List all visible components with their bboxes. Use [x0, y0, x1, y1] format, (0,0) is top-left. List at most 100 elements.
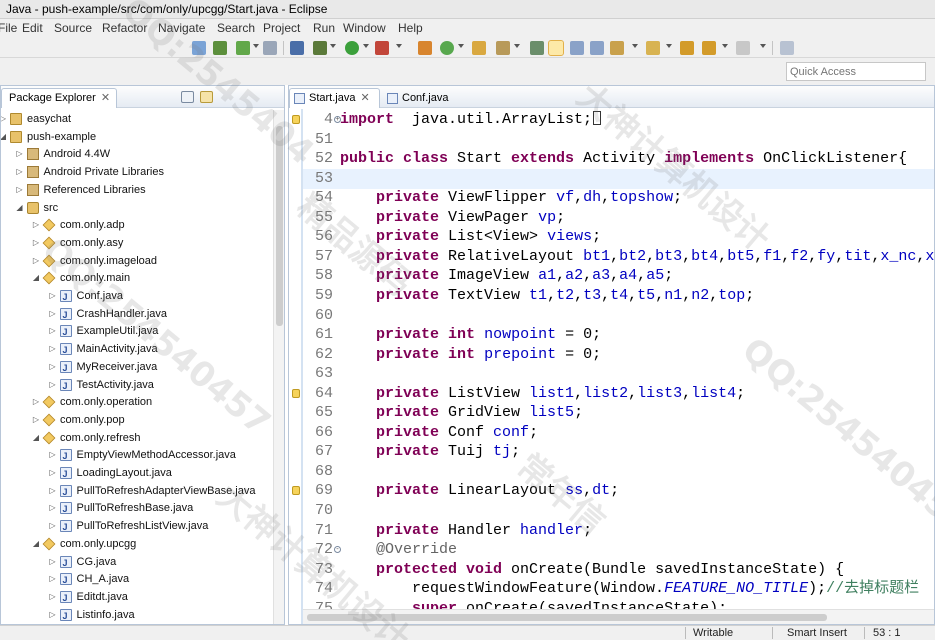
- code-line[interactable]: 69 private LinearLayout ss,dt;: [303, 481, 934, 501]
- expand-arrow-icon[interactable]: ▷: [48, 588, 58, 606]
- tree-item[interactable]: ▷ Editdt.java: [1, 588, 273, 607]
- code-line[interactable]: 55 private ViewPager vp;: [303, 208, 934, 228]
- code-line[interactable]: 70: [303, 501, 934, 521]
- expand-arrow-icon[interactable]: ▷: [48, 322, 58, 340]
- new-package-icon[interactable]: [418, 41, 432, 55]
- expand-arrow-icon[interactable]: ▷: [48, 358, 58, 376]
- collapse-arrow-icon[interactable]: ◢: [1, 128, 8, 146]
- code-line[interactable]: 53: [303, 168, 934, 189]
- tree-item[interactable]: ▷ LoadingLayout.java: [1, 464, 273, 483]
- expand-arrow-icon[interactable]: ▷: [48, 340, 58, 358]
- menu-search[interactable]: Search: [217, 19, 255, 38]
- tree-item[interactable]: ▷ com.only.adp: [1, 216, 273, 234]
- menu-run[interactable]: Run: [313, 19, 335, 38]
- chevron-down-icon[interactable]: [458, 44, 464, 48]
- tree-item[interactable]: ▷ TestActivity.java: [1, 376, 273, 395]
- tree-item[interactable]: ◢ push-example: [1, 128, 273, 146]
- tree-item[interactable]: ◢ com.only.main: [1, 269, 273, 287]
- checkbox-icon[interactable]: [236, 41, 250, 55]
- collapse-arrow-icon[interactable]: ◢: [31, 269, 41, 287]
- warning-marker-icon[interactable]: [292, 388, 300, 398]
- tree-item[interactable]: ▷ Referenced Libraries: [1, 181, 273, 199]
- expand-arrow-icon[interactable]: ▷: [15, 145, 25, 163]
- chevron-down-icon[interactable]: [722, 44, 728, 48]
- next-annotation-icon[interactable]: [530, 41, 544, 55]
- android-sdk-icon[interactable]: [213, 41, 227, 55]
- avd-icon[interactable]: [263, 41, 277, 55]
- chevron-down-icon[interactable]: [330, 44, 336, 48]
- menu-help[interactable]: Help: [398, 19, 423, 38]
- tree-item[interactable]: ◢ com.only.upcgg: [1, 535, 273, 553]
- code-line[interactable]: 59 private TextView t1,t2,t3,t4,t5,n1,n2…: [303, 286, 934, 306]
- warning-marker-icon[interactable]: [292, 486, 300, 496]
- menu-refactor[interactable]: Refactor: [102, 19, 147, 38]
- collapse-all-icon[interactable]: [181, 91, 194, 103]
- back-arrow-icon[interactable]: [680, 41, 694, 55]
- code-line[interactable]: 51: [303, 130, 934, 150]
- tree-item[interactable]: ▷ MyReceiver.java: [1, 358, 273, 377]
- forward-arrow-icon[interactable]: [736, 41, 750, 55]
- word-wrap-icon[interactable]: [570, 41, 584, 55]
- back-arrow-icon[interactable]: [702, 41, 716, 55]
- open-type-icon[interactable]: [472, 41, 486, 55]
- tree-item[interactable]: ▷ PullToRefreshListView.java: [1, 517, 273, 536]
- tree-item[interactable]: ▷ Android Private Libraries: [1, 163, 273, 181]
- expand-arrow-icon[interactable]: ▷: [15, 163, 25, 181]
- tree-item[interactable]: ▷ easychat: [1, 110, 273, 128]
- code-line[interactable]: 61 private int nowpoint = 0;: [303, 325, 934, 345]
- expand-arrow-icon[interactable]: ▷: [15, 181, 25, 199]
- chevron-down-icon[interactable]: [760, 44, 766, 48]
- expand-arrow-icon[interactable]: ▷: [48, 499, 58, 517]
- tree-item[interactable]: ▷ PullToRefreshBase.java: [1, 499, 273, 518]
- code-line[interactable]: 67 private Tuij tj;: [303, 442, 934, 462]
- menu-edit[interactable]: Edit: [22, 19, 43, 38]
- save-icon[interactable]: [192, 41, 206, 55]
- tree-item[interactable]: ▷ PullToRefreshAdapterViewBase.java: [1, 482, 273, 501]
- tree-item[interactable]: ◢ src: [1, 199, 273, 217]
- tab-conf-java[interactable]: Conf.java: [382, 88, 460, 108]
- collapse-arrow-icon[interactable]: ◢: [15, 199, 25, 217]
- run-icon[interactable]: [345, 41, 359, 55]
- code-line[interactable]: 64 private ListView list1,list2,list3,li…: [303, 384, 934, 404]
- tree-item[interactable]: ▷ CG.java: [1, 553, 273, 572]
- code-area[interactable]: 4 + import java.util.ArrayList; 51 52 public …: [303, 109, 934, 609]
- expand-arrow-icon[interactable]: ▷: [48, 517, 58, 535]
- expand-arrow-icon[interactable]: ▷: [31, 216, 41, 234]
- tree-scrollbar[interactable]: [273, 110, 284, 624]
- tree-item[interactable]: ▷ EmptyViewMethodAccessor.java: [1, 446, 273, 465]
- code-line[interactable]: 74 requestWindowFeature(Window.FEATURE_N…: [303, 579, 934, 599]
- tab-start-java[interactable]: Start.java ✕: [289, 88, 380, 108]
- close-icon[interactable]: ✕: [360, 92, 369, 104]
- next-annotation-icon[interactable]: [646, 41, 660, 55]
- code-line[interactable]: 71 private Handler handler;: [303, 521, 934, 541]
- menu-window[interactable]: Window: [343, 19, 386, 38]
- expand-arrow-icon[interactable]: ▷: [48, 606, 58, 624]
- code-line[interactable]: 72- @Override: [303, 540, 934, 560]
- tree-item[interactable]: ▷ Listinfo.java: [1, 606, 273, 624]
- expand-arrow-icon[interactable]: ▷: [48, 376, 58, 394]
- pin-editor-icon[interactable]: [780, 41, 794, 55]
- code-line[interactable]: 4 + import java.util.ArrayList;: [303, 110, 934, 130]
- last-edit-icon[interactable]: [610, 41, 624, 55]
- code-line[interactable]: 73 protected void onCreate(Bundle savedI…: [303, 560, 934, 580]
- tree-item[interactable]: ▷ com.only.operation: [1, 393, 273, 411]
- tree-item[interactable]: ▷ MainActivity.java: [1, 340, 273, 359]
- code-line[interactable]: 68: [303, 462, 934, 482]
- chevron-down-icon[interactable]: [396, 44, 402, 48]
- tree-item[interactable]: ▷ CrashHandler.java: [1, 305, 273, 324]
- tree-item[interactable]: ▷ ExampleUtil.java: [1, 322, 273, 341]
- chevron-down-icon[interactable]: [632, 44, 638, 48]
- code-line[interactable]: 56 private List<View> views;: [303, 227, 934, 247]
- tree-item[interactable]: ▷ Conf.java: [1, 287, 273, 306]
- collapse-arrow-icon[interactable]: ◢: [31, 429, 41, 447]
- chevron-down-icon[interactable]: [666, 44, 672, 48]
- code-line[interactable]: 57 private RelativeLayout bt1,bt2,bt3,bt…: [303, 247, 934, 267]
- code-line[interactable]: 52 public class Start extends Activity im…: [303, 149, 934, 169]
- horizontal-scrollbar-thumb[interactable]: [307, 614, 827, 621]
- expand-arrow-icon[interactable]: ▷: [48, 464, 58, 482]
- chevron-down-icon[interactable]: [253, 44, 259, 48]
- code-line[interactable]: 66 private Conf conf;: [303, 423, 934, 443]
- expand-arrow-icon[interactable]: ▷: [48, 570, 58, 588]
- expand-arrow-icon[interactable]: ▷: [31, 393, 41, 411]
- code-line[interactable]: 75 super.onCreate(savedInstanceState);: [303, 599, 934, 609]
